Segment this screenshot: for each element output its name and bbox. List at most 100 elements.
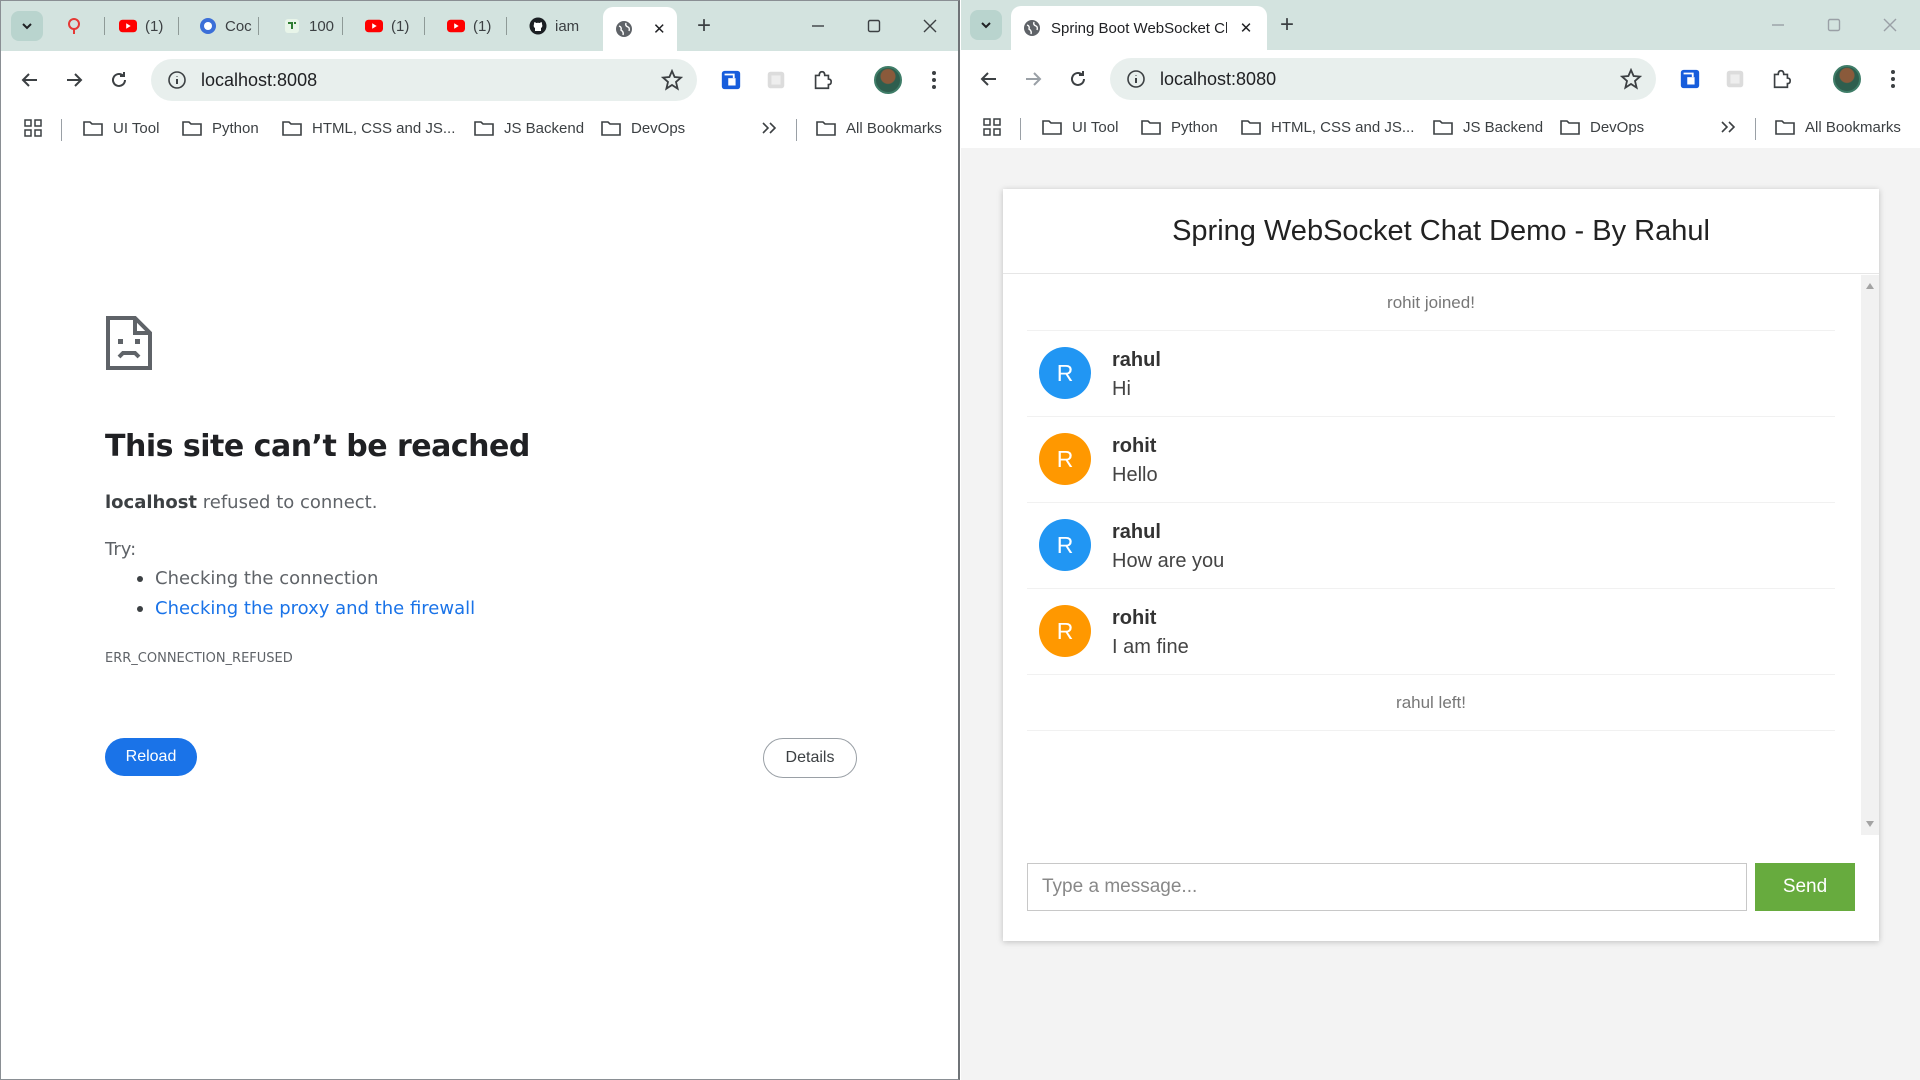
extension-bitwarden[interactable] <box>1675 64 1705 94</box>
bookmark-ui-tool[interactable]: UI Tool <box>1042 118 1118 136</box>
tab-pinned-1[interactable] <box>65 11 105 41</box>
tab-search-button[interactable] <box>970 10 1002 40</box>
tab-github[interactable]: iam <box>529 11 591 41</box>
chat-title: Spring WebSocket Chat Demo - By Rahul <box>1172 214 1710 247</box>
bookmark-python[interactable]: Python <box>182 119 259 137</box>
bookmarks-overflow-button[interactable] <box>759 119 779 137</box>
chat-message: R rahul How are you <box>1027 503 1835 589</box>
extensions-button[interactable] <box>807 65 837 95</box>
bookmark-python[interactable]: Python <box>1141 118 1218 136</box>
reload-page-button[interactable]: Reload <box>105 738 197 776</box>
minimize-button[interactable] <box>1755 8 1801 42</box>
tab-app[interactable]: 100 <box>283 11 343 41</box>
reload-button[interactable] <box>102 63 136 97</box>
bookmark-js-backend[interactable]: JS Backend <box>474 119 584 137</box>
tab-strip: Spring Boot WebSocket Chat Ap ✕ + <box>961 0 1920 50</box>
bookmark-star-icon[interactable] <box>1620 68 1642 90</box>
message-area[interactable]: rohit joined! R rahul Hi R rohit Hello R… <box>1003 275 1879 835</box>
bookmark-js-backend[interactable]: JS Backend <box>1433 118 1543 136</box>
double-chevron-right-icon <box>1721 121 1736 133</box>
globe-icon <box>615 20 633 38</box>
forward-button[interactable] <box>57 63 91 97</box>
close-window-button[interactable] <box>1867 8 1913 42</box>
puzzle-icon <box>814 70 832 90</box>
close-window-button[interactable] <box>907 9 953 43</box>
maximize-button[interactable] <box>1811 8 1857 42</box>
suggestion-check-proxy-link[interactable]: Checking the proxy and the firewall <box>136 598 475 628</box>
chat-header: Spring WebSocket Chat Demo - By Rahul <box>1003 189 1879 274</box>
reload-button[interactable] <box>1061 62 1095 96</box>
extension-bitwarden[interactable] <box>716 65 746 95</box>
chat-page: Spring WebSocket Chat Demo - By Rahul ro… <box>961 148 1920 1080</box>
scroll-up-arrow-icon[interactable] <box>1866 283 1874 289</box>
address-bar[interactable]: localhost:8080 <box>1110 58 1656 100</box>
back-arrow-icon <box>980 72 996 86</box>
close-icon[interactable]: ✕ <box>1237 19 1255 37</box>
event-message: rohit joined! <box>1027 275 1835 331</box>
active-tab[interactable]: Spring Boot WebSocket Chat Ap ✕ <box>1011 6 1267 50</box>
tab-search-button[interactable] <box>11 11 43 41</box>
message-text: Hello <box>1112 464 1158 486</box>
address-text[interactable]: localhost:8008 <box>201 70 317 91</box>
apps-button[interactable] <box>23 119 43 137</box>
apps-button[interactable] <box>982 118 1002 136</box>
scroll-down-arrow-icon[interactable] <box>1866 821 1874 827</box>
bookmark-ui-tool[interactable]: UI Tool <box>83 119 159 137</box>
address-text[interactable]: localhost:8080 <box>1160 69 1276 90</box>
message-sender: rohit <box>1112 607 1157 629</box>
bookmarks-overflow-button[interactable] <box>1718 118 1738 136</box>
site-info-icon[interactable] <box>1126 69 1146 89</box>
forward-arrow-icon <box>1026 72 1042 86</box>
tab-label: 100 <box>309 17 335 35</box>
send-button[interactable]: Send <box>1755 863 1855 911</box>
site-info-icon[interactable] <box>167 70 187 90</box>
folder-icon <box>182 121 202 136</box>
bookmark-star-icon[interactable] <box>661 69 683 91</box>
minimize-button[interactable] <box>795 9 841 43</box>
details-button[interactable]: Details <box>763 738 857 778</box>
bookmark-devops[interactable]: DevOps <box>601 119 685 137</box>
bookmark-label: All Bookmarks <box>1805 118 1901 136</box>
message-input[interactable] <box>1027 863 1747 911</box>
extension-grey[interactable] <box>1720 64 1750 94</box>
toolbar: localhost:8008 <box>1 51 958 109</box>
back-button[interactable] <box>972 62 1006 96</box>
all-bookmarks-button[interactable]: All Bookmarks <box>816 119 942 137</box>
menu-button[interactable] <box>919 65 949 95</box>
extension-grey[interactable] <box>761 65 791 95</box>
tab-youtube-2[interactable]: (1) <box>365 11 425 41</box>
address-bar[interactable]: localhost:8008 <box>151 59 697 101</box>
bookmark-label: HTML, CSS and JS... <box>312 119 456 137</box>
new-tab-button[interactable]: + <box>1273 12 1301 40</box>
bookmark-html-css-js[interactable]: HTML, CSS and JS... <box>282 119 455 137</box>
close-icon[interactable]: ✕ <box>653 20 666 38</box>
active-tab[interactable]: ✕ <box>603 7 677 51</box>
puzzle-icon <box>1773 69 1791 89</box>
tab-label: (1) <box>473 17 492 35</box>
bookmark-devops[interactable]: DevOps <box>1560 118 1644 136</box>
tab-youtube-3[interactable]: (1) <box>447 11 507 41</box>
new-tab-button[interactable]: + <box>690 13 718 41</box>
tab-coc[interactable]: Coc <box>199 11 259 41</box>
bookmark-label: JS Backend <box>1463 118 1544 136</box>
menu-button[interactable] <box>1878 64 1908 94</box>
tab-youtube-1[interactable]: (1) <box>119 11 179 41</box>
message-scrollbar[interactable] <box>1861 275 1879 835</box>
avatar: R <box>1039 347 1091 399</box>
bookmark-html-css-js[interactable]: HTML, CSS and JS... <box>1241 118 1414 136</box>
suggestion-check-connection: Checking the connection <box>136 568 475 598</box>
extensions-button[interactable] <box>1766 64 1796 94</box>
back-button[interactable] <box>13 63 47 97</box>
right-browser-window: Spring Boot WebSocket Chat Ap ✕ + localh… <box>961 0 1920 1080</box>
forward-button[interactable] <box>1016 62 1050 96</box>
folder-icon <box>1775 120 1795 135</box>
all-bookmarks-button[interactable]: All Bookmarks <box>1775 118 1901 136</box>
avatar: R <box>1039 519 1091 571</box>
bookmark-label: DevOps <box>631 119 686 137</box>
message-text: How are you <box>1112 550 1225 572</box>
suggestions-list: Checking the connection Checking the pro… <box>136 568 475 628</box>
error-page: This site can’t be reached localhost ref… <box>1 149 958 1079</box>
maximize-button[interactable] <box>851 9 897 43</box>
profile-avatar[interactable] <box>1832 64 1862 94</box>
profile-avatar[interactable] <box>873 65 903 95</box>
